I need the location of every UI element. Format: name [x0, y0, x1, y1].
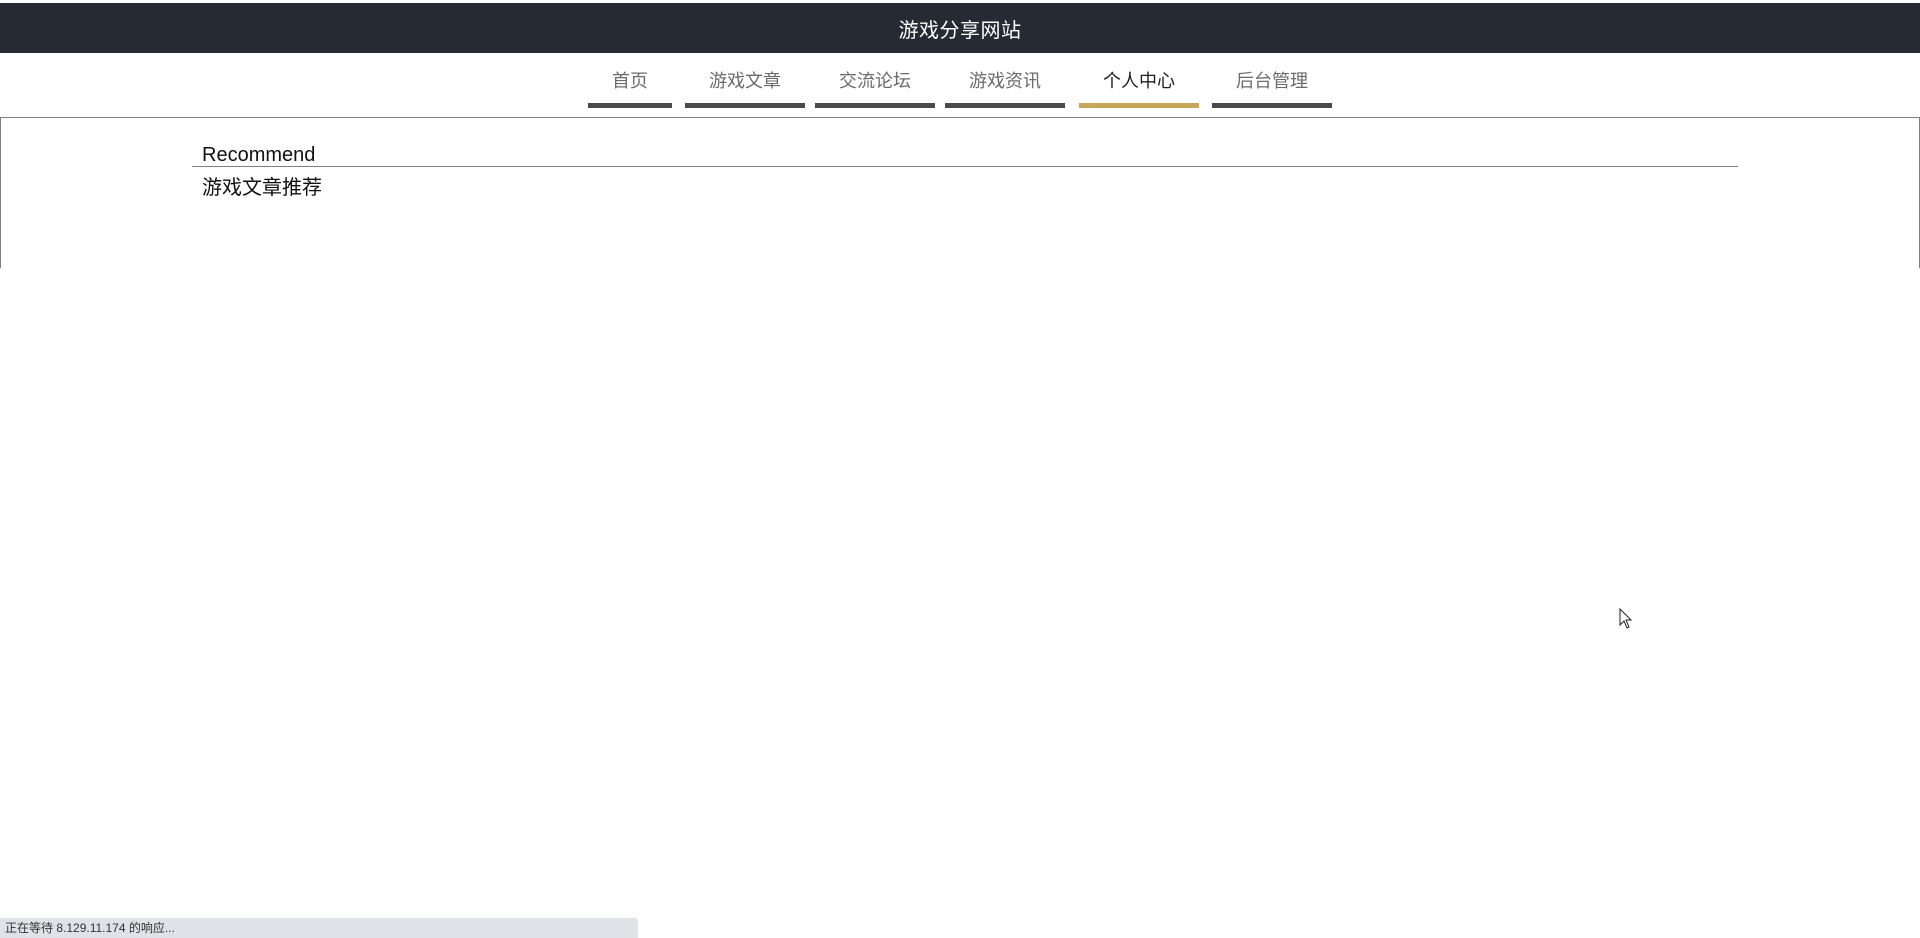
nav-item-label: 首页: [612, 71, 648, 92]
nav-item-label: 后台管理: [1236, 71, 1308, 92]
nav-item-home[interactable]: 首页: [588, 53, 672, 108]
section-divider: [192, 166, 1738, 167]
nav-item-label: 个人中心: [1103, 71, 1175, 92]
nav-item-forum[interactable]: 交流论坛: [815, 53, 935, 108]
nav-item-underline: [1079, 103, 1199, 108]
nav-item-personal-center[interactable]: 个人中心: [1079, 53, 1199, 108]
section-heading: Recommend: [202, 144, 316, 166]
mouse-cursor-icon: [1619, 608, 1633, 629]
section-subheading: 游戏文章推荐: [202, 175, 322, 199]
site-header: 游戏分享网站: [0, 3, 1920, 53]
site-title: 游戏分享网站: [898, 17, 1022, 42]
nav-item-underline: [1212, 103, 1332, 108]
main-nav: 首页 游戏文章 交流论坛 游戏资讯 个人中心 后台管理: [0, 53, 1920, 108]
nav-item-underline: [815, 103, 935, 108]
nav-item-label: 游戏资讯: [969, 71, 1041, 92]
nav-item-underline: [588, 103, 672, 108]
browser-status-bar: 正在等待 8.129.11.174 的响应...: [0, 918, 638, 938]
nav-item-game-articles[interactable]: 游戏文章: [685, 53, 805, 108]
nav-item-underline: [945, 103, 1065, 108]
nav-item-underline: [685, 103, 805, 108]
nav-item-admin[interactable]: 后台管理: [1212, 53, 1332, 108]
nav-item-label: 游戏文章: [709, 71, 781, 92]
nav-item-label: 交流论坛: [839, 71, 911, 92]
nav-item-game-news[interactable]: 游戏资讯: [945, 53, 1065, 108]
